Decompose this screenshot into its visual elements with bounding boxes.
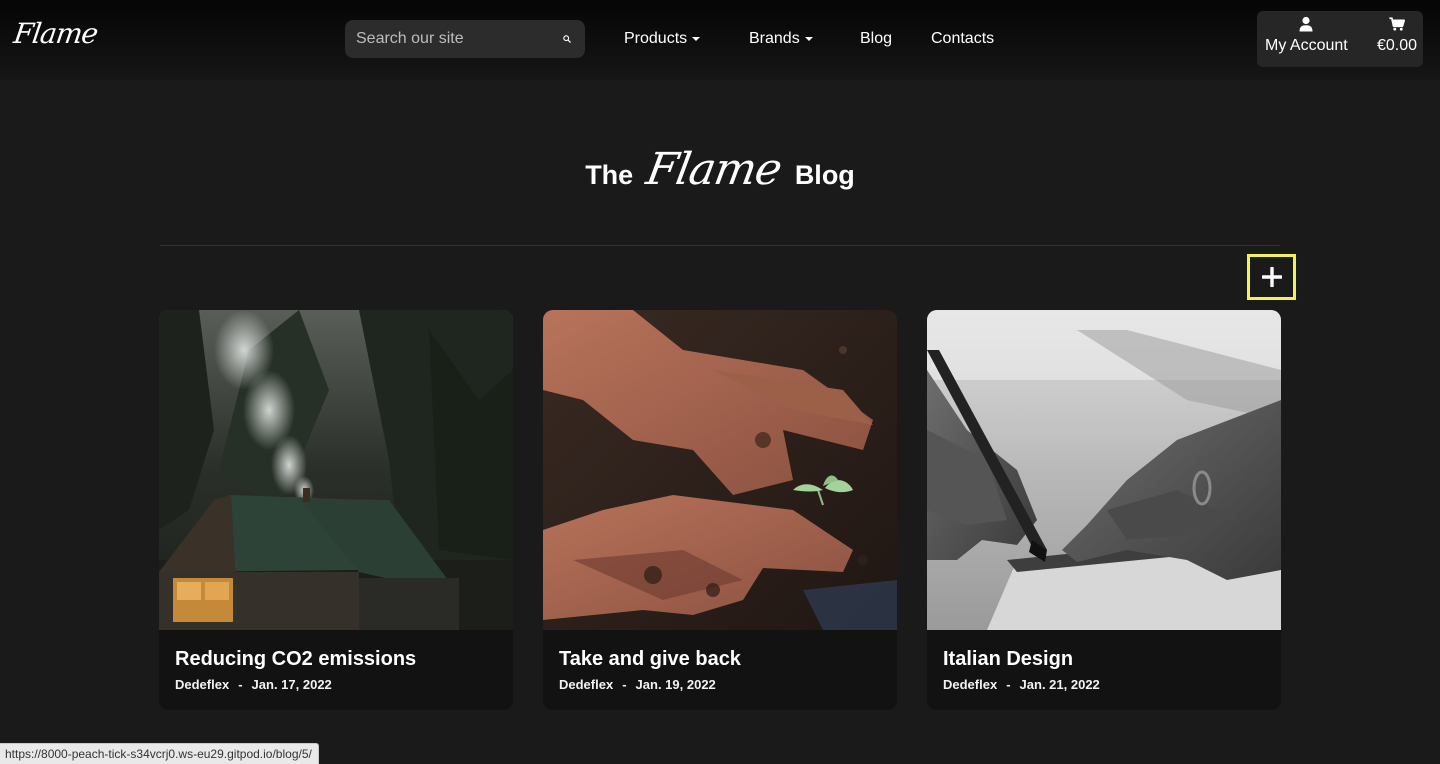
nav-brands[interactable]: Brands xyxy=(749,29,813,49)
my-account-link[interactable]: My Account xyxy=(1265,16,1348,55)
page-title-logo: Flame xyxy=(642,143,786,195)
plus-icon xyxy=(1261,267,1282,287)
add-post-button[interactable] xyxy=(1247,254,1296,300)
post-caption: Italian Design Dedeflex - Jan. 21, 2022 xyxy=(927,630,1281,710)
cart-icon xyxy=(1389,17,1406,31)
page-title-suffix: Blog xyxy=(794,159,855,190)
blog-post-card[interactable]: Reducing CO2 emissions Dedeflex - Jan. 17,… xyxy=(159,310,513,710)
nav-blog[interactable]: Blog xyxy=(860,29,892,49)
nav-contacts-label: Contacts xyxy=(931,30,995,47)
post-date: Jan. 19, 2022 xyxy=(635,677,716,692)
post-title[interactable]: Reducing CO2 emissions xyxy=(175,649,497,669)
post-meta: Dedeflex - Jan. 19, 2022 xyxy=(559,677,881,692)
user-icon xyxy=(1299,16,1313,32)
search-icon[interactable] xyxy=(563,30,571,48)
cart-link[interactable]: €0.00 xyxy=(1377,16,1417,55)
caret-down-icon xyxy=(692,37,701,41)
post-meta: Dedeflex - Jan. 17, 2022 xyxy=(175,677,497,692)
post-date: Jan. 17, 2022 xyxy=(251,677,332,692)
account-cart-panel: My Account €0.00 xyxy=(1257,11,1423,67)
post-author: Dedeflex xyxy=(559,677,614,692)
search-bar xyxy=(345,20,585,58)
post-meta: Dedeflex - Jan. 21, 2022 xyxy=(943,677,1265,692)
browser-status-url: https://8000-peach-tick-s34vcrj0.ws-eu29… xyxy=(0,743,319,764)
nav-products-label: Products xyxy=(624,30,688,47)
post-date: Jan. 21, 2022 xyxy=(1019,677,1100,692)
post-title[interactable]: Italian Design xyxy=(943,649,1265,669)
page-title-prefix: The xyxy=(585,159,634,190)
nav-products[interactable]: Products xyxy=(624,29,701,49)
meta-separator: - xyxy=(238,677,243,692)
blog-post-card[interactable]: Italian Design Dedeflex - Jan. 21, 2022 xyxy=(927,310,1281,710)
nav-blog-label: Blog xyxy=(860,30,893,47)
post-image-cabin[interactable] xyxy=(159,310,513,630)
page-title: The Flame Blog xyxy=(0,143,1440,205)
post-title[interactable]: Take and give back xyxy=(559,649,881,669)
cart-total: €0.00 xyxy=(1377,37,1418,54)
post-image-hands-soil[interactable] xyxy=(543,310,897,630)
post-caption: Take and give back Dedeflex - Jan. 19, 202… xyxy=(543,630,897,710)
search-input[interactable] xyxy=(356,30,563,48)
site-header: Flame Products Brands Blog Contacts My A… xyxy=(0,0,1440,80)
site-logo[interactable]: Flame xyxy=(12,17,100,50)
nav-brands-label: Brands xyxy=(749,30,800,47)
post-caption: Reducing CO2 emissions Dedeflex - Jan. 17,… xyxy=(159,630,513,710)
title-divider xyxy=(160,245,1280,246)
caret-down-icon xyxy=(804,37,813,41)
post-author: Dedeflex xyxy=(943,677,998,692)
blog-post-card[interactable]: Take and give back Dedeflex - Jan. 19, 202… xyxy=(543,310,897,710)
meta-separator: - xyxy=(1006,677,1011,692)
post-author: Dedeflex xyxy=(175,677,230,692)
my-account-label: My Account xyxy=(1265,37,1348,54)
post-image-craftsman[interactable] xyxy=(927,310,1281,630)
nav-contacts[interactable]: Contacts xyxy=(931,29,994,49)
meta-separator: - xyxy=(622,677,627,692)
